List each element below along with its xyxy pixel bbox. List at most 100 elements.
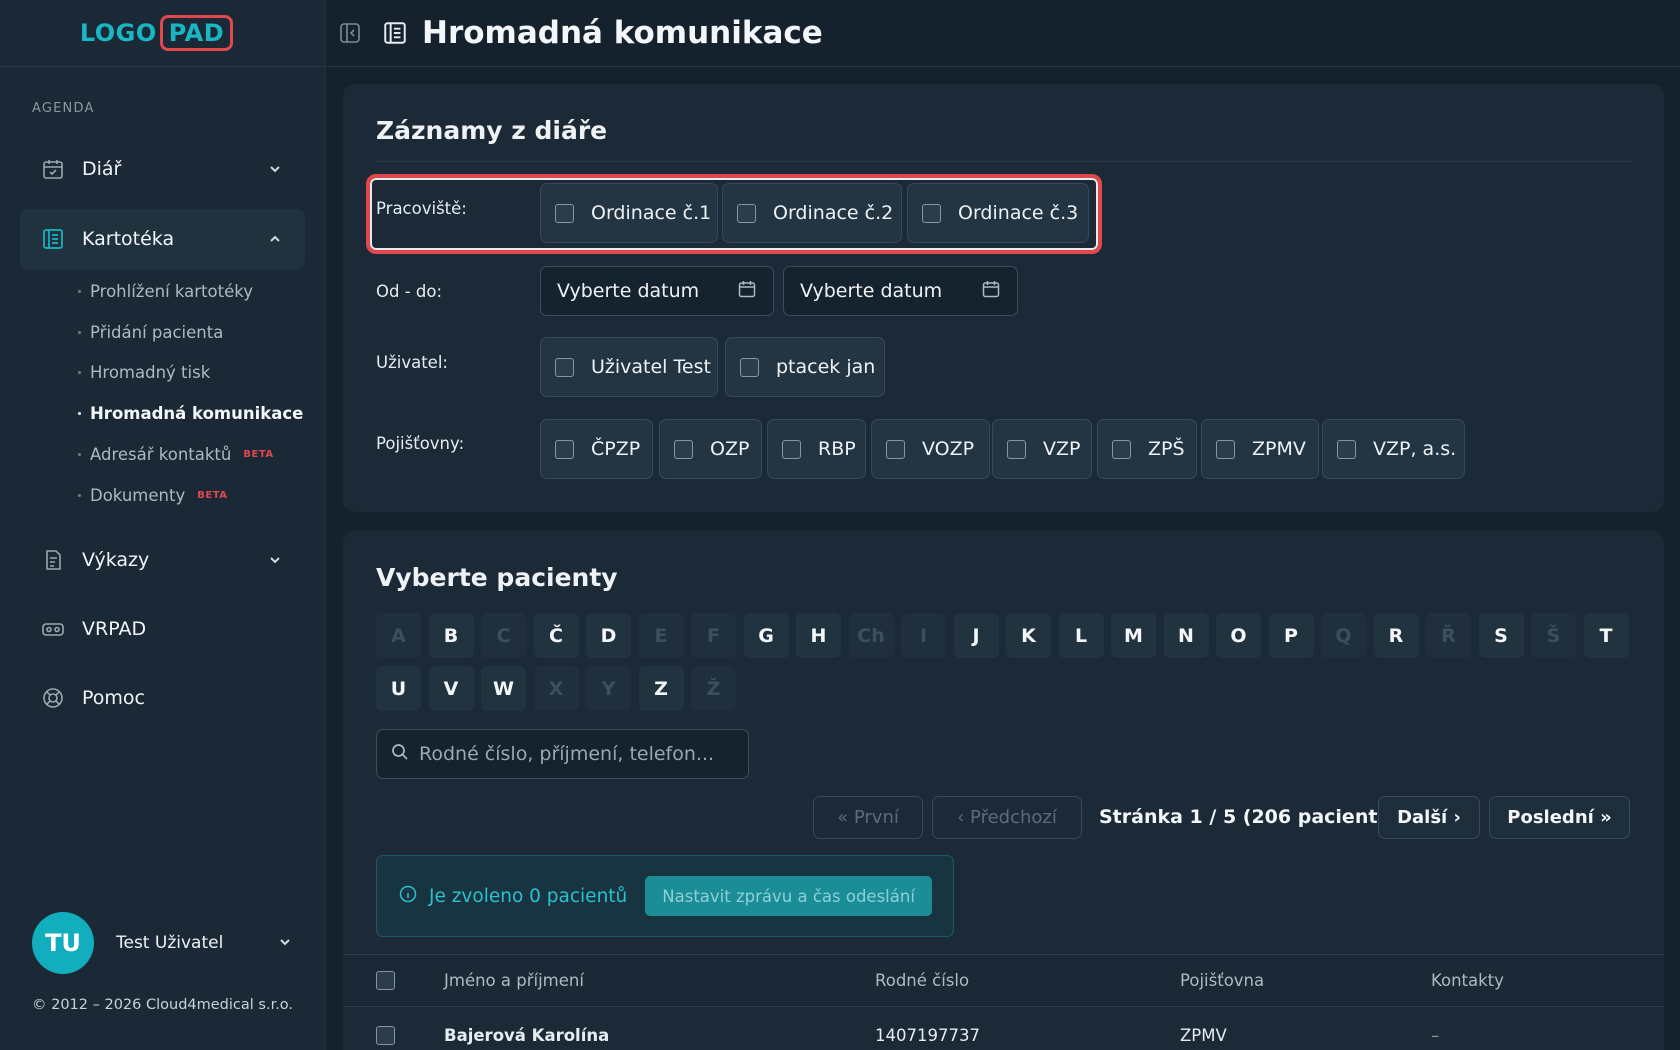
workplace-checkbox-2[interactable]: Ordinace č.2 bbox=[722, 183, 902, 243]
insurance-checkbox-zpmv[interactable]: ZPMV bbox=[1201, 419, 1319, 479]
card-file-icon bbox=[40, 226, 66, 252]
insurance-checkbox-cpzp[interactable]: ČPZP bbox=[540, 419, 653, 479]
sidebar-item-kartoteka[interactable]: Kartotéka bbox=[20, 209, 305, 269]
letter-filter-button: C bbox=[481, 613, 526, 658]
column-birth-number[interactable]: Rodné číslo bbox=[875, 971, 969, 990]
checkbox[interactable] bbox=[737, 203, 756, 223]
letter-filter-button[interactable]: J bbox=[953, 613, 999, 658]
checkbox[interactable] bbox=[1337, 439, 1356, 459]
sidebar-subitem-label: Dokumenty bbox=[90, 486, 186, 505]
section-title: Vyberte pacienty bbox=[376, 563, 618, 592]
letter-filter-button[interactable]: D bbox=[586, 613, 631, 658]
sidebar-subitem-label: Hromadná komunikace bbox=[90, 404, 304, 423]
logo[interactable]: LOGO PAD bbox=[80, 15, 234, 51]
sidebar-item-pomoc[interactable]: Pomoc bbox=[20, 668, 305, 728]
date-to-input[interactable]: Vyberte datum bbox=[783, 266, 1018, 316]
column-name[interactable]: Jméno a příjmení bbox=[444, 971, 584, 990]
sidebar-item-label: Pomoc bbox=[82, 687, 145, 709]
letter-filter-button[interactable]: H bbox=[796, 613, 841, 658]
checkbox[interactable] bbox=[555, 439, 574, 459]
letter-filter-button[interactable]: M bbox=[1111, 613, 1156, 658]
sidebar-subitem-dokumenty[interactable]: Dokumenty BETA bbox=[78, 486, 227, 505]
letter-filter-button[interactable]: U bbox=[376, 666, 421, 711]
prev-page-button[interactable]: ‹ Předchozí bbox=[932, 796, 1082, 839]
column-insurance[interactable]: Pojišťovna bbox=[1180, 971, 1264, 990]
letter-filter-button: Ř bbox=[1426, 613, 1471, 658]
bullet-icon bbox=[78, 494, 81, 497]
first-page-button[interactable]: « První bbox=[813, 796, 923, 839]
chevron-down-icon bbox=[265, 159, 285, 179]
user-checkbox-1[interactable]: Uživatel Test bbox=[540, 337, 718, 397]
chip-label: ZPŠ bbox=[1148, 438, 1185, 460]
checkbox[interactable] bbox=[555, 357, 574, 377]
checkbox[interactable] bbox=[674, 439, 693, 459]
letter-filter-button[interactable]: O bbox=[1216, 613, 1261, 658]
user-checkbox-2[interactable]: ptacek jan bbox=[725, 337, 885, 397]
last-page-button[interactable]: Poslední » bbox=[1489, 796, 1630, 839]
checkbox[interactable] bbox=[1112, 439, 1131, 459]
card-file-icon bbox=[380, 18, 410, 48]
sidebar-subitem-pridani[interactable]: Přidání pacienta bbox=[78, 323, 223, 342]
workplace-checkbox-1[interactable]: Ordinace č.1 bbox=[540, 183, 718, 243]
sidebar-subitem-label: Prohlížení kartotéky bbox=[90, 282, 253, 301]
chip-label: OZP bbox=[710, 438, 750, 460]
column-contacts: Kontakty bbox=[1431, 971, 1504, 990]
letter-filter-button[interactable]: B bbox=[428, 613, 474, 658]
letter-filter-button: X bbox=[533, 666, 579, 711]
row-checkbox[interactable] bbox=[376, 1026, 395, 1045]
letter-filter-button[interactable]: T bbox=[1583, 613, 1629, 658]
workplace-checkbox-3[interactable]: Ordinace č.3 bbox=[907, 183, 1089, 243]
lifebuoy-icon bbox=[40, 685, 66, 711]
patient-name[interactable]: Bajerová Karolína bbox=[444, 1026, 609, 1045]
letter-filter-button: F bbox=[691, 613, 736, 658]
letter-filter-button[interactable]: Č bbox=[533, 613, 579, 658]
copyright: © 2012 – 2026 Cloud4medical s.r.o. bbox=[32, 997, 294, 1013]
date-from-input[interactable]: Vyberte datum bbox=[540, 266, 774, 316]
checkbox[interactable] bbox=[1216, 439, 1235, 459]
letter-filter-button[interactable]: S bbox=[1478, 613, 1524, 658]
checkbox[interactable] bbox=[555, 203, 574, 223]
user-menu[interactable]: TU Test Uživatel bbox=[32, 912, 292, 974]
letter-filter-button[interactable]: G bbox=[743, 613, 789, 658]
sidebar-subitem-prohlizeni[interactable]: Prohlížení kartotéky bbox=[78, 282, 253, 301]
checkbox[interactable] bbox=[886, 439, 905, 459]
sidebar-item-vykazy[interactable]: Výkazy bbox=[20, 530, 305, 590]
insurance-checkbox-vzp-as[interactable]: VZP, a.s. bbox=[1322, 419, 1465, 479]
chevron-up-icon bbox=[265, 229, 285, 249]
sidebar-item-vrpad[interactable]: VRPAD bbox=[20, 599, 305, 659]
letter-filter-button[interactable]: L bbox=[1058, 613, 1104, 658]
select-all-checkbox[interactable] bbox=[376, 971, 395, 990]
checkbox[interactable] bbox=[740, 357, 759, 377]
calendar-icon bbox=[981, 279, 1001, 303]
insurance-checkbox-ozp[interactable]: OZP bbox=[659, 419, 762, 479]
letter-filter-button[interactable]: R bbox=[1373, 613, 1419, 658]
patient-search[interactable] bbox=[376, 729, 749, 779]
filters-card: Záznamy z diáře Pracoviště: Ordinace č.1… bbox=[343, 84, 1664, 512]
table-row[interactable]: Bajerová Karolína 1407197737 ZPMV – bbox=[343, 1008, 1664, 1050]
checkbox[interactable] bbox=[782, 439, 801, 459]
logo-text-2: PAD bbox=[159, 15, 234, 51]
next-page-button[interactable]: Další › bbox=[1378, 796, 1480, 839]
insurance-checkbox-vzp[interactable]: VZP bbox=[992, 419, 1092, 479]
set-message-button[interactable]: Nastavit zprávu a čas odeslání bbox=[645, 876, 932, 916]
letter-filter-button[interactable]: P bbox=[1268, 613, 1314, 658]
letter-filter-button[interactable]: Z bbox=[638, 666, 684, 711]
insurance-checkbox-zps[interactable]: ZPŠ bbox=[1097, 419, 1197, 479]
letter-filter-button[interactable]: N bbox=[1163, 613, 1209, 658]
sidebar-subitem-tisk[interactable]: Hromadný tisk bbox=[78, 363, 210, 382]
checkbox[interactable] bbox=[922, 203, 941, 223]
chip-label: Uživatel Test bbox=[591, 356, 711, 378]
letter-filter-button: Š bbox=[1531, 613, 1576, 658]
letter-filter-button[interactable]: W bbox=[481, 666, 526, 711]
sidebar-collapse-icon[interactable] bbox=[336, 19, 364, 47]
checkbox[interactable] bbox=[1007, 439, 1026, 459]
sidebar-item-diar[interactable]: Diář bbox=[20, 139, 305, 199]
letter-filter-button[interactable]: K bbox=[1006, 613, 1051, 658]
letter-filter-button[interactable]: V bbox=[428, 666, 474, 711]
sidebar-section-title: AGENDA bbox=[32, 101, 95, 116]
sidebar-subitem-komunikace[interactable]: Hromadná komunikace bbox=[78, 404, 303, 423]
sidebar-subitem-adresar[interactable]: Adresář kontaktů BETA bbox=[78, 445, 274, 464]
insurance-checkbox-vozp[interactable]: VOZP bbox=[871, 419, 990, 479]
insurance-checkbox-rbp[interactable]: RBP bbox=[767, 419, 866, 479]
search-input[interactable] bbox=[419, 743, 719, 765]
